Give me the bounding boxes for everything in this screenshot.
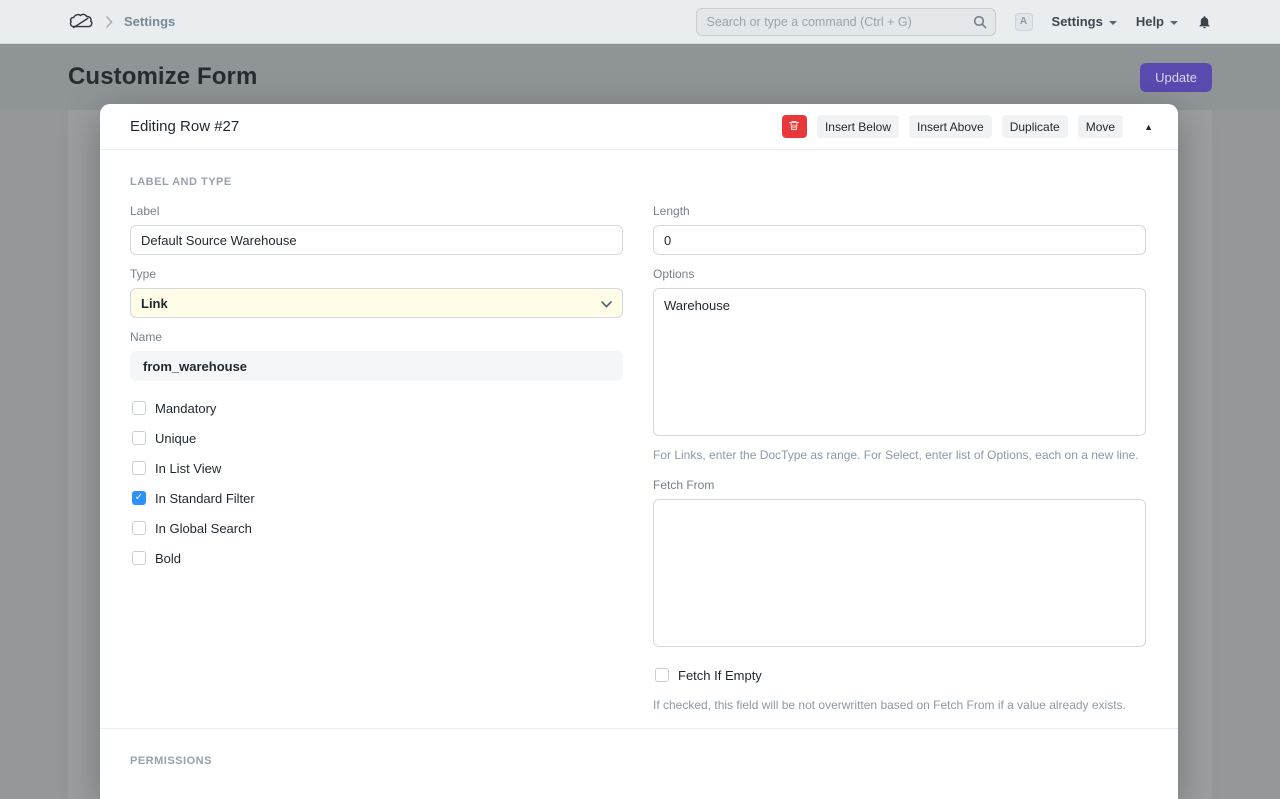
checkbox-box[interactable] (132, 431, 146, 445)
checkbox-bold[interactable]: Bold (130, 543, 623, 573)
name-input (130, 351, 623, 381)
app-root: Settings A Settings Help (0, 0, 1280, 799)
settings-dropdown[interactable]: Settings (1052, 14, 1117, 29)
options-textarea[interactable] (653, 288, 1146, 436)
checkbox-box[interactable] (132, 551, 146, 565)
section-label-and-type: LABEL AND TYPE (130, 176, 232, 188)
checkbox-unique[interactable]: Unique (130, 423, 623, 453)
checkbox-label: In List View (155, 460, 222, 476)
length-field-label: Length (653, 204, 690, 218)
flags-group: Mandatory Unique In List View In St (130, 393, 623, 573)
type-select[interactable]: Link (130, 288, 623, 318)
checkbox-label: Fetch If Empty (678, 667, 762, 683)
options-help-text: For Links, enter the DocType as range. F… (653, 448, 1139, 462)
fetch-if-empty-help-text: If checked, this field will be not overw… (653, 698, 1126, 712)
chevron-down-icon (1170, 20, 1178, 25)
collapse-chevron-up-icon[interactable]: ▲ (1140, 118, 1157, 136)
label-input[interactable] (130, 225, 623, 255)
section-divider (100, 728, 1178, 729)
fetch-from-textarea[interactable] (653, 499, 1146, 647)
right-column: Length Options For Links, enter the DocT… (653, 204, 1146, 714)
duplicate-button[interactable]: Duplicate (1001, 115, 1068, 138)
checkbox-label: In Global Search (155, 520, 252, 536)
checkbox-fetch-if-empty[interactable]: Fetch If Empty (653, 660, 1146, 690)
page-title: Customize Form (68, 63, 258, 90)
chevron-down-icon (1108, 20, 1117, 25)
insert-above-button[interactable]: Insert Above (908, 115, 992, 138)
checkbox-box[interactable] (132, 461, 146, 475)
fetch-from-field-label: Fetch From (653, 478, 715, 492)
checkbox-label: In Standard Filter (155, 490, 255, 506)
checkbox-mandatory[interactable]: Mandatory (130, 393, 623, 423)
avatar[interactable]: A (1014, 12, 1033, 31)
delete-row-button[interactable] (781, 115, 807, 138)
notifications-bell-icon[interactable] (1197, 14, 1212, 30)
section-permissions: PERMISSIONS (130, 755, 212, 767)
edit-row-dialog: Editing Row #27 Insert Below Insert Abov… (100, 104, 1178, 799)
checkbox-label: Bold (155, 550, 182, 566)
global-search (695, 7, 996, 36)
search-input[interactable] (695, 7, 996, 36)
dialog-body: LABEL AND TYPE Label Type Link (100, 176, 1178, 767)
insert-below-button[interactable]: Insert Below (816, 115, 899, 138)
length-input[interactable] (653, 225, 1146, 255)
page-head: Customize Form Update (0, 44, 1280, 110)
help-dropdown-label: Help (1135, 14, 1164, 29)
navbar: Settings A Settings Help (0, 0, 1280, 44)
update-button[interactable]: Update (1140, 62, 1212, 92)
name-field-label: Name (130, 330, 163, 344)
checkbox-label: Unique (155, 430, 197, 446)
settings-dropdown-label: Settings (1051, 14, 1103, 29)
search-icon (973, 15, 987, 34)
checkbox-box[interactable] (655, 668, 669, 682)
options-field-label: Options (653, 267, 695, 281)
app-logo-icon[interactable] (68, 12, 94, 31)
left-column: Label Type Link Name (130, 204, 623, 714)
chevron-down-icon (601, 296, 612, 311)
type-select-value: Link (141, 295, 168, 311)
checkbox-in-standard-filter[interactable]: In Standard Filter (130, 483, 623, 513)
breadcrumb-settings[interactable]: Settings (124, 14, 175, 29)
checkbox-in-list-view[interactable]: In List View (130, 453, 623, 483)
label-field-label: Label (130, 204, 160, 218)
help-dropdown[interactable]: Help (1136, 14, 1178, 29)
dialog-header: Editing Row #27 Insert Below Insert Abov… (100, 104, 1178, 150)
dialog-toolbar: Insert Below Insert Above Duplicate Move… (781, 115, 1157, 138)
checkbox-box[interactable] (132, 401, 146, 415)
checkbox-box[interactable] (132, 521, 146, 535)
breadcrumb-chevron-icon (105, 15, 113, 28)
checkbox-in-global-search[interactable]: In Global Search (130, 513, 623, 543)
move-button[interactable]: Move (1077, 115, 1124, 138)
dialog-title: Editing Row #27 (130, 118, 240, 135)
trash-icon (788, 119, 800, 135)
checkbox-box[interactable] (132, 491, 146, 505)
checkbox-label: Mandatory (155, 400, 217, 416)
type-field-label: Type (130, 267, 157, 281)
